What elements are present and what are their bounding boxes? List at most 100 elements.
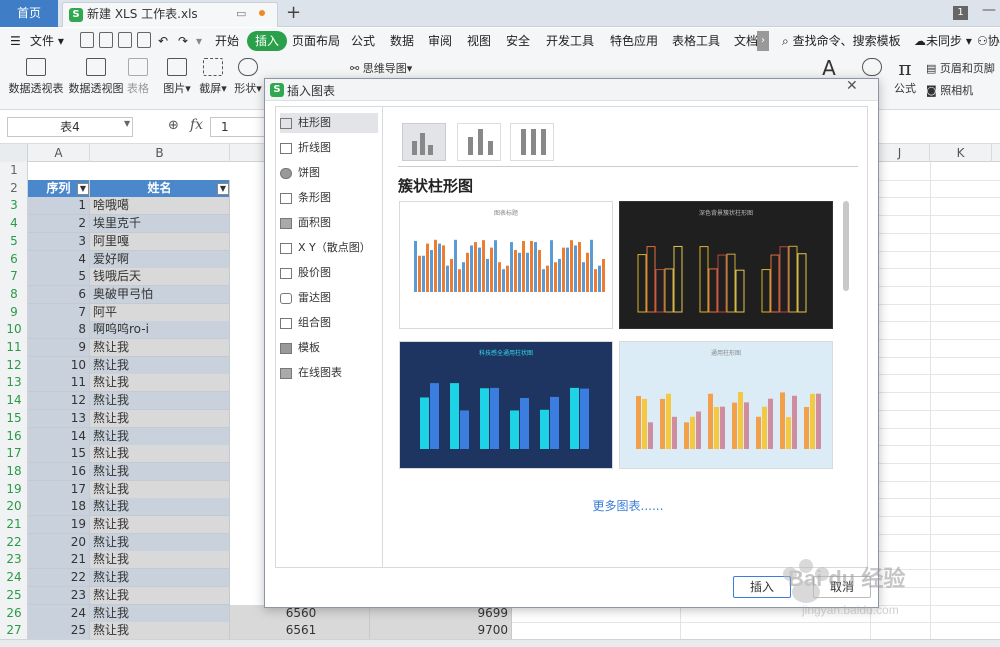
row-header[interactable]: 27 — [0, 622, 28, 640]
quick-access-more-icon[interactable]: ▾ — [196, 28, 202, 54]
menu-data[interactable]: 数据 — [390, 28, 414, 54]
monitor-icon[interactable]: ▭ — [236, 7, 246, 20]
table-cell-name[interactable]: 熬让我 — [90, 622, 230, 641]
header-cell-name[interactable]: 姓名 — [90, 179, 230, 198]
menu-page-layout[interactable]: 页面布局 — [292, 28, 340, 54]
table-cell-name[interactable]: 熬让我 — [90, 586, 230, 605]
chart-type-scatter[interactable]: X Y（散点图） — [280, 238, 378, 258]
table-cell-name[interactable]: 奥破甲弓怕 — [90, 285, 230, 304]
row-header[interactable]: 8 — [0, 286, 28, 304]
redo-icon[interactable]: ↷ — [178, 28, 188, 54]
table-cell-seq[interactable]: 17 — [28, 480, 90, 499]
menu-start[interactable]: 开始 — [215, 28, 239, 54]
row-header[interactable]: 2 — [0, 180, 28, 198]
row-header[interactable]: 12 — [0, 357, 28, 375]
row-header[interactable]: 24 — [0, 569, 28, 587]
chart-type-column[interactable]: 柱形图 — [280, 113, 378, 133]
save-icon[interactable] — [80, 32, 94, 48]
row-header[interactable]: 19 — [0, 481, 28, 499]
table-cell-name[interactable]: 熬让我 — [90, 374, 230, 393]
row-header[interactable]: 7 — [0, 268, 28, 286]
picture-button[interactable]: 图片▾ — [160, 56, 194, 96]
subtype-stacked-column[interactable] — [457, 123, 501, 161]
preview-scrollbar[interactable] — [843, 201, 849, 291]
row-header[interactable]: 14 — [0, 392, 28, 410]
table-cell-seq[interactable]: 15 — [28, 445, 90, 464]
row-header[interactable]: 21 — [0, 516, 28, 534]
chart-type-bar[interactable]: 条形图 — [280, 188, 378, 208]
table-cell-seq[interactable]: 3 — [28, 232, 90, 251]
sync-status[interactable]: ☁未同步 ▾ — [914, 28, 972, 54]
pivot-chart-button[interactable]: 数据透视图 — [68, 56, 124, 96]
add-tab-button[interactable]: + — [286, 2, 301, 23]
column-header-j[interactable]: J — [870, 144, 930, 162]
chart-template-thumb-1[interactable]: 图表标题 — [399, 201, 613, 329]
menu-security[interactable]: 安全 — [506, 28, 530, 54]
file-menu[interactable]: 文件 ▾ — [30, 28, 64, 54]
table-cell-name[interactable]: 熬让我 — [90, 516, 230, 534]
table-cell-name[interactable]: 熬让我 — [90, 356, 230, 375]
table-cell-seq[interactable]: 23 — [28, 586, 90, 605]
collab-button[interactable]: ⚇协 — [977, 28, 1000, 54]
table-cell-seq[interactable]: 18 — [28, 498, 90, 517]
table-cell-name[interactable]: 啊呜呜ro-i — [90, 321, 230, 340]
row-header[interactable]: 3 — [0, 197, 28, 215]
table-cell-name[interactable]: 熬让我 — [90, 462, 230, 481]
chart-template-thumb-4[interactable]: 通用柱形图 — [619, 341, 833, 469]
screenshot-button[interactable]: 截屏▾ — [196, 56, 230, 96]
table-cell-seq[interactable]: 11 — [28, 374, 90, 393]
print-icon[interactable] — [118, 32, 132, 48]
table-cell-name[interactable]: 熬让我 — [90, 551, 230, 570]
chart-template-thumb-3[interactable]: 科技感全通用柱状图 — [399, 341, 613, 469]
camera-button[interactable]: ◙ 照相机 — [926, 82, 973, 98]
table-cell-seq[interactable]: 2 — [28, 215, 90, 234]
table-cell-seq[interactable]: 21 — [28, 551, 90, 570]
menu-review[interactable]: 审阅 — [428, 28, 452, 54]
chart-type-radar[interactable]: 雷达图 — [280, 288, 378, 308]
column-header-b[interactable]: B — [90, 144, 230, 162]
chart-type-template[interactable]: 模板 — [280, 338, 378, 358]
menu-table-tools[interactable]: 表格工具 — [672, 28, 720, 54]
row-header[interactable]: 16 — [0, 428, 28, 446]
subtype-percent-column[interactable] — [510, 123, 554, 161]
header-footer-button[interactable]: ▤ 页眉和页脚 — [926, 60, 995, 76]
formula-input[interactable]: 1 — [210, 117, 270, 137]
text-art-button[interactable]: A — [818, 56, 840, 80]
table-cell-name[interactable]: 熬让我 — [90, 445, 230, 464]
table-cell-seq[interactable]: 9 — [28, 339, 90, 357]
row-header[interactable]: 4 — [0, 215, 28, 233]
row-header[interactable]: 25 — [0, 587, 28, 605]
row-header[interactable]: 26 — [0, 605, 28, 623]
row-header[interactable]: 11 — [0, 339, 28, 357]
row-header[interactable]: 9 — [0, 304, 28, 322]
mindmap-button[interactable]: ⚯ 思维导图▾ — [350, 60, 412, 76]
table-cell-seq[interactable]: 14 — [28, 427, 90, 446]
table-cell-name[interactable]: 阿里嘎 — [90, 232, 230, 251]
fx-icon[interactable]: fx — [190, 117, 203, 133]
table-cell-seq[interactable]: 16 — [28, 462, 90, 481]
menu-document[interactable]: 文档 — [734, 28, 758, 54]
row-header[interactable]: 5 — [0, 233, 28, 251]
window-count-badge[interactable]: 1 — [953, 6, 968, 20]
name-box-dropdown-icon[interactable]: ▼ — [124, 119, 130, 128]
table-cell-seq[interactable]: 25 — [28, 622, 90, 641]
chart-type-line[interactable]: 折线图 — [280, 138, 378, 158]
table-cell-name[interactable]: 熬让我 — [90, 409, 230, 428]
more-charts-link[interactable]: 更多图表...... — [398, 497, 858, 514]
table-cell-seq[interactable]: 5 — [28, 268, 90, 287]
menu-view[interactable]: 视图 — [467, 28, 491, 54]
subtype-clustered-column[interactable] — [402, 123, 446, 161]
row-header[interactable]: 6 — [0, 251, 28, 269]
pivot-table-button[interactable]: 数据透视表 — [8, 56, 64, 96]
hamburger-icon[interactable]: ☰ — [10, 28, 21, 54]
table-cell-seq[interactable]: 13 — [28, 409, 90, 428]
row-header[interactable]: 1 — [0, 162, 28, 180]
name-box[interactable]: 表4 — [7, 117, 133, 137]
table-cell-seq[interactable]: 8 — [28, 321, 90, 340]
table-cell-seq[interactable]: 20 — [28, 533, 90, 552]
table-cell-seq[interactable]: 6 — [28, 285, 90, 304]
table-cell-c[interactable]: 6561 — [230, 622, 370, 641]
table-cell-seq[interactable]: 24 — [28, 604, 90, 623]
row-header[interactable]: 13 — [0, 374, 28, 392]
row-header[interactable]: 15 — [0, 410, 28, 428]
